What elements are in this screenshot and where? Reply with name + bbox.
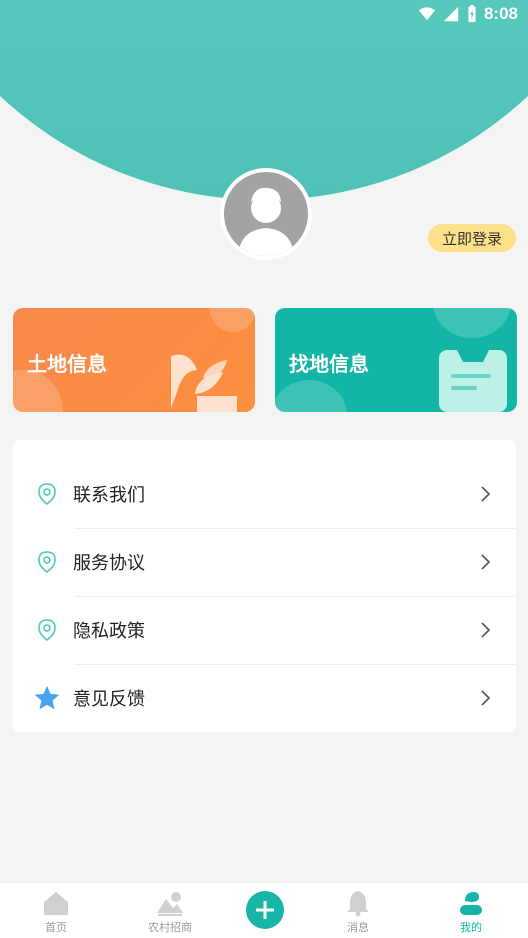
- menu-item-privacy-policy[interactable]: 隐私政策: [13, 596, 516, 664]
- nav-rural-investment[interactable]: 农村招商: [130, 889, 210, 937]
- find-land-card[interactable]: 找地信息: [275, 308, 517, 412]
- star-icon: [34, 685, 60, 710]
- menu-item-label: 隐私政策: [73, 621, 145, 642]
- chevron-right-icon: [481, 622, 491, 638]
- avatar[interactable]: [220, 168, 312, 260]
- user-avatar-icon: [224, 172, 308, 256]
- plant-leaf-icon: [171, 354, 237, 412]
- nav-label: 消息: [347, 921, 369, 934]
- location-pin-icon: [38, 551, 56, 574]
- wifi-icon: [418, 7, 436, 21]
- land-info-title: 土地信息: [27, 352, 107, 376]
- plus-icon: [256, 901, 274, 919]
- login-button[interactable]: 立即登录: [428, 224, 516, 252]
- nav-mine[interactable]: 我的: [431, 889, 511, 937]
- nav-label: 首页: [45, 921, 67, 934]
- menu-item-contact-us[interactable]: 联系我们: [13, 460, 516, 528]
- nav-messages[interactable]: 消息: [318, 889, 398, 937]
- nav-label: 农村招商: [148, 921, 192, 934]
- menu-item-label: 联系我们: [73, 485, 145, 506]
- menu-item-label: 意见反馈: [73, 689, 145, 710]
- chevron-right-icon: [481, 554, 491, 570]
- nav-home[interactable]: 首页: [16, 889, 96, 937]
- settings-menu: 联系我们 服务协议 隐私政策 意见反馈: [13, 440, 516, 732]
- bell-icon: [347, 891, 369, 917]
- clipboard-icon: [439, 350, 507, 412]
- chevron-right-icon: [481, 486, 491, 502]
- menu-item-label: 服务协议: [73, 553, 145, 574]
- add-button[interactable]: [246, 891, 284, 929]
- menu-item-feedback[interactable]: 意见反馈: [13, 664, 516, 732]
- home-icon: [44, 892, 68, 915]
- signal-icon: [443, 6, 459, 22]
- landscape-icon: [157, 892, 183, 916]
- location-pin-icon: [38, 619, 56, 642]
- find-land-title: 找地信息: [289, 352, 369, 376]
- nav-label: 我的: [460, 921, 482, 934]
- profile-icon: [460, 892, 482, 915]
- land-info-card[interactable]: 土地信息: [13, 308, 255, 412]
- status-time: 8:08: [483, 4, 518, 23]
- chevron-right-icon: [481, 690, 491, 706]
- battery-icon: [468, 5, 476, 23]
- location-pin-icon: [38, 483, 56, 506]
- status-bar: 8:08: [418, 0, 518, 28]
- menu-item-service-agreement[interactable]: 服务协议: [13, 528, 516, 596]
